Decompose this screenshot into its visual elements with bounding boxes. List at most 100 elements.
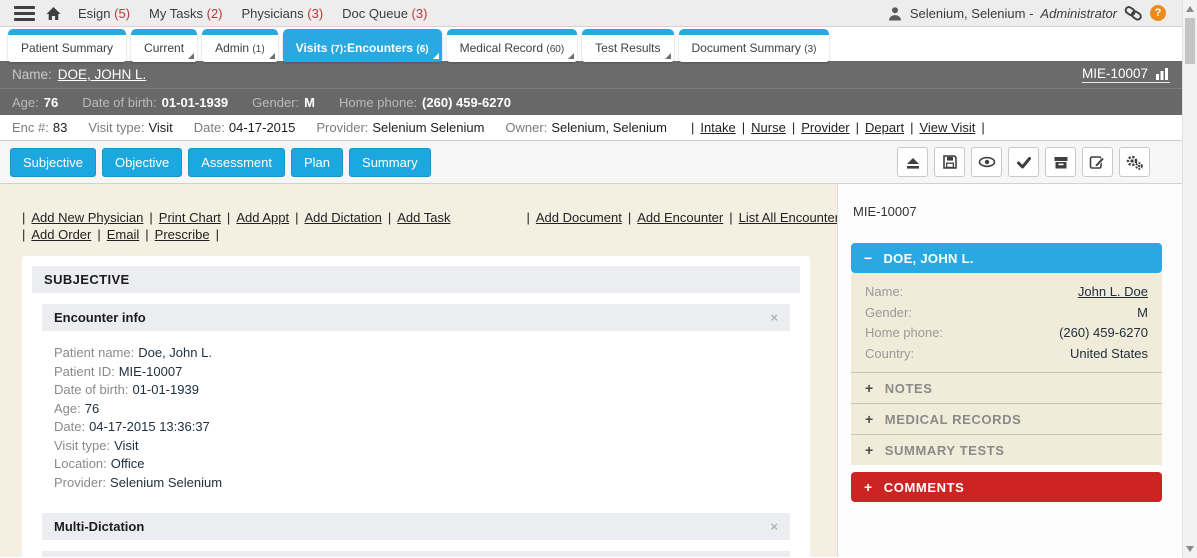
prescribe-link[interactable]: Prescribe	[155, 226, 210, 243]
nav-my-tasks[interactable]: My Tasks (2)	[149, 6, 222, 21]
tab-patient-summary[interactable]: Patient Summary	[8, 29, 126, 62]
chart-id: MIE-10007	[1082, 66, 1148, 81]
tab-test-results[interactable]: Test Results	[582, 29, 673, 62]
chart-tab-bar: Patient Summary Current Admin (1) Visits…	[0, 27, 1182, 61]
close-icon[interactable]: ×	[770, 310, 778, 325]
sidebar-section-notes[interactable]: + NOTES	[851, 372, 1162, 403]
chief-complaint-header: Chief complaint ×	[42, 551, 790, 557]
tab-current[interactable]: Current	[131, 29, 197, 62]
provider-link[interactable]: Provider	[801, 120, 849, 135]
sidebar-section-medical-records[interactable]: + MEDICAL RECORDS	[851, 403, 1162, 434]
bar-chart-icon	[1155, 67, 1170, 80]
tab-corner-icon	[269, 53, 275, 59]
add-appt-link[interactable]: Add Appt	[236, 209, 289, 226]
field-location: Location:Office	[54, 455, 790, 474]
note-tool-icons	[897, 147, 1150, 177]
scroll-up-icon[interactable]	[1186, 6, 1194, 12]
tab-corner-icon	[188, 53, 194, 59]
hamburger-menu-icon[interactable]	[14, 6, 35, 21]
scroll-down-icon[interactable]	[1186, 546, 1194, 552]
add-order-link[interactable]: Add Order	[31, 226, 91, 243]
close-icon[interactable]: ×	[770, 519, 778, 534]
page-scrollbar[interactable]	[1182, 0, 1197, 558]
top-bar: Esign (5) My Tasks (2) Physicians (3) Do…	[0, 0, 1182, 27]
enc-date: Date:04-17-2015	[194, 120, 296, 135]
objective-button[interactable]: Objective	[102, 148, 182, 177]
top-nav: Esign (5) My Tasks (2) Physicians (3) Do…	[78, 6, 427, 21]
print-chart-link[interactable]: Print Chart	[159, 209, 221, 226]
summary-button[interactable]: Summary	[349, 148, 431, 177]
tab-medical-record[interactable]: Medical Record (60)	[447, 29, 578, 62]
link-chain-icon[interactable]	[1124, 5, 1143, 22]
edit-button[interactable]	[1082, 147, 1113, 177]
note-main-panel: | Add New Physician | Print Chart | Add …	[0, 184, 837, 557]
sidebar-section-summary-tests[interactable]: + SUMMARY TESTS	[851, 434, 1162, 465]
enc-owner: Owner:Selenium, Selenium	[505, 120, 667, 135]
enc-number: Enc #:83	[12, 120, 67, 135]
collapse-icon[interactable]: −	[864, 250, 872, 266]
sb-field-name: Name: John L. Doe	[851, 282, 1162, 303]
chart-id-link[interactable]: MIE-10007	[1082, 66, 1170, 83]
tab-corner-icon	[433, 53, 439, 59]
tab-admin[interactable]: Admin (1)	[202, 29, 278, 62]
nav-physicians[interactable]: Physicians (3)	[242, 6, 324, 21]
patient-widget-body: Name: John L. Doe Gender: M Home phone: …	[851, 273, 1162, 372]
tab-corner-icon	[568, 53, 574, 59]
intake-link[interactable]: Intake	[700, 120, 735, 135]
nav-doc-queue[interactable]: Doc Queue (3)	[342, 6, 427, 21]
list-all-encounters-link[interactable]: List All Encounters	[739, 209, 837, 226]
assessment-button[interactable]: Assessment	[188, 148, 285, 177]
patient-name-bar: Name: DOE, JOHN L. MIE-10007	[0, 61, 1182, 88]
patient-widget-header[interactable]: − DOE, JOHN L.	[851, 243, 1162, 273]
user-icon	[887, 6, 903, 21]
sidebar-section-comments[interactable]: + COMMENTS	[851, 472, 1162, 502]
scrollbar-thumb[interactable]	[1185, 18, 1195, 64]
nurse-link[interactable]: Nurse	[751, 120, 786, 135]
name-label: Name:	[12, 67, 52, 82]
add-dictation-link[interactable]: Add Dictation	[304, 209, 381, 226]
multi-dictation-section: Multi-Dictation ×	[42, 513, 790, 540]
eject-button[interactable]	[897, 147, 928, 177]
sign-button[interactable]	[1008, 147, 1039, 177]
add-encounter-link[interactable]: Add Encounter	[637, 209, 723, 226]
patient-widget: − DOE, JOHN L. Name: John L. Doe Gender:…	[851, 243, 1162, 502]
encounter-info-section: Encounter info × Patient name:Doe, John …	[42, 304, 790, 502]
subjective-button[interactable]: Subjective	[10, 148, 96, 177]
tab-document-summary[interactable]: Document Summary (3)	[679, 29, 830, 62]
home-button[interactable]	[45, 6, 62, 21]
subjective-section-title: SUBJECTIVE	[32, 266, 800, 293]
settings-button[interactable]	[1119, 147, 1150, 177]
nav-esign[interactable]: Esign (5)	[78, 6, 130, 21]
sb-field-country: Country: United States	[851, 344, 1162, 365]
user-name: Selenium, Selenium -	[910, 6, 1034, 21]
field-dob: Date of birth:01-01-1939	[54, 381, 790, 400]
demo-dob: Date of birth:01-01-1939	[82, 95, 228, 110]
help-icon[interactable]: ?	[1150, 5, 1166, 21]
eject-icon	[905, 155, 921, 170]
encounter-info-header: Encounter info ×	[42, 304, 790, 331]
expand-icon: +	[865, 442, 874, 458]
user-area: Selenium, Selenium - Administrator ?	[887, 5, 1166, 22]
demo-age: Age:76	[12, 95, 58, 110]
add-new-physician-link[interactable]: Add New Physician	[31, 209, 143, 226]
tab-visits-encounters[interactable]: Visits (7):Encounters (6)	[283, 29, 442, 62]
add-task-link[interactable]: Add Task	[397, 209, 450, 226]
plan-button[interactable]: Plan	[291, 148, 343, 177]
depart-link[interactable]: Depart	[865, 120, 904, 135]
preview-button[interactable]	[971, 147, 1002, 177]
patient-name-link[interactable]: DOE, JOHN L.	[58, 67, 147, 82]
view-visit-link[interactable]: View Visit	[919, 120, 975, 135]
email-link[interactable]: Email	[107, 226, 140, 243]
field-patient-name: Patient name:Doe, John L.	[54, 344, 790, 363]
field-visit-type: Visit type:Visit	[54, 437, 790, 456]
save-button[interactable]	[934, 147, 965, 177]
field-age: Age:76	[54, 400, 790, 419]
archive-button[interactable]	[1045, 147, 1076, 177]
tab-corner-icon	[665, 53, 671, 59]
add-document-link[interactable]: Add Document	[536, 209, 622, 226]
sb-field-home-phone: Home phone: (260) 459-6270	[851, 323, 1162, 344]
demographics-bar: Age:76 Date of birth:01-01-1939 Gender:M…	[0, 88, 1182, 115]
demo-home-phone: Home phone:(260) 459-6270	[339, 95, 511, 110]
archive-icon	[1053, 155, 1069, 170]
sidebar-patient-name-link[interactable]: John L. Doe	[1078, 284, 1148, 301]
